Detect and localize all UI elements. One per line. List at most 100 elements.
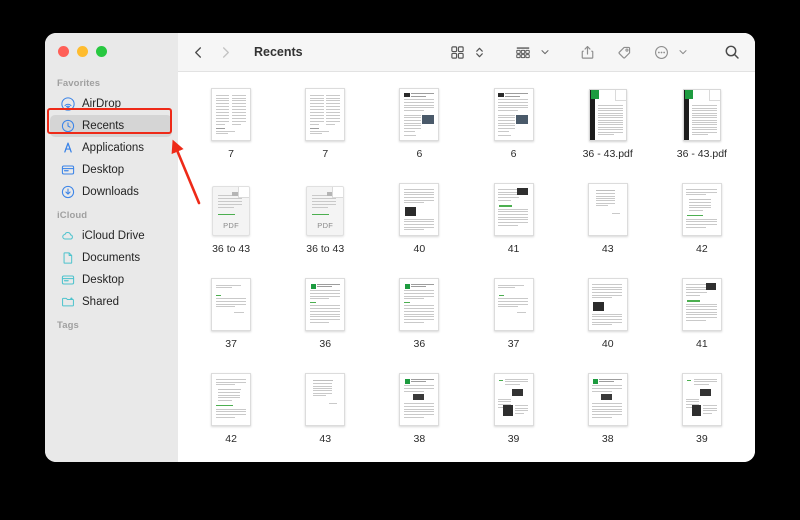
sidebar-item-shared[interactable]: Shared (50, 291, 172, 313)
sidebar-item-airdrop[interactable]: AirDrop (50, 93, 172, 115)
sidebar: Favorites AirDrop Recents Applications D… (45, 33, 178, 462)
file-item[interactable]: 37 (184, 271, 278, 366)
document-thumbnail (681, 183, 722, 236)
file-name-label: 36 (319, 338, 332, 350)
sidebar-item-label: Recents (82, 120, 125, 132)
close-button[interactable] (58, 46, 69, 57)
sidebar-item-label: Documents (82, 252, 141, 264)
file-item[interactable]: 38 (372, 366, 466, 461)
document-thumbnail (399, 278, 440, 331)
sidebar-section-favorites: Favorites (57, 78, 101, 89)
sidebar-list: Favorites AirDrop Recents Applications D… (45, 71, 178, 462)
sidebar-item-label: Downloads (82, 186, 139, 198)
document-thumbnail (587, 373, 628, 426)
file-item[interactable]: 40 (561, 271, 655, 366)
file-item[interactable]: 42 (655, 176, 749, 271)
sidebar-item-icloud-desktop[interactable]: Desktop (50, 269, 172, 291)
sidebar-item-label: AirDrop (82, 98, 121, 110)
tag-icon[interactable] (614, 42, 635, 63)
clock-icon (61, 119, 75, 133)
file-name-label: 38 (601, 433, 614, 445)
file-item[interactable]: PDF 36 to 43 (184, 176, 278, 271)
file-item[interactable]: 43 (561, 176, 655, 271)
finder-window: Favorites AirDrop Recents Applications D… (45, 33, 755, 462)
screen: Favorites AirDrop Recents Applications D… (0, 0, 800, 520)
file-item[interactable]: 36 - 43.pdf (561, 81, 655, 176)
file-name-label: 37 (225, 338, 237, 350)
file-item[interactable]: 43 (278, 366, 372, 461)
file-name-label: 41 (507, 243, 520, 255)
document-thumbnail (681, 278, 722, 331)
file-name-label: 43 (601, 243, 614, 255)
file-name-label: 39 (507, 433, 520, 445)
file-name-label: 7 (322, 148, 329, 160)
file-item[interactable]: 42 (184, 366, 278, 461)
search-icon[interactable] (721, 41, 743, 63)
sidebar-item-recents[interactable]: Recents (50, 115, 172, 137)
sidebar-item-label: Applications (82, 142, 145, 154)
file-item[interactable]: 37 (466, 271, 560, 366)
maximize-button[interactable] (96, 46, 107, 57)
file-item[interactable]: 6 (466, 81, 560, 176)
minimize-button[interactable] (77, 46, 88, 57)
document-thumbnail (587, 183, 628, 236)
file-item[interactable]: 41 (655, 271, 749, 366)
document-thumbnail (681, 373, 722, 426)
file-name-label: 36 to 43 (306, 243, 345, 255)
sidebar-item-desktop[interactable]: Desktop (50, 159, 172, 181)
file-name-label: 36 to 43 (212, 243, 251, 255)
pdf-format-label: PDF (317, 221, 334, 230)
sidebar-item-documents[interactable]: Documents (50, 247, 172, 269)
file-name-label: 36 - 43.pdf (676, 148, 727, 160)
document-thumbnail (211, 88, 252, 141)
cloud-icon (61, 229, 75, 243)
toolbar-buttons (447, 41, 743, 63)
document-thumbnail (587, 278, 628, 331)
chevron-down-icon[interactable] (537, 44, 553, 60)
sidebar-item-applications[interactable]: Applications (50, 137, 172, 159)
file-item[interactable]: 7 (184, 81, 278, 176)
shared-folder-icon (61, 295, 75, 309)
forward-button[interactable] (219, 46, 232, 59)
sidebar-section-icloud: iCloud (57, 210, 88, 221)
group-by-icon[interactable] (512, 42, 534, 63)
file-name-label: 42 (225, 433, 237, 445)
file-item[interactable]: 39 (466, 366, 560, 461)
file-name-label: 38 (413, 433, 426, 445)
file-item[interactable]: 36 (278, 271, 372, 366)
sidebar-section-tags: Tags (57, 320, 79, 331)
navigation-arrows (192, 46, 232, 59)
file-name-label: 40 (601, 338, 614, 350)
file-item[interactable]: 36 - 43.pdf (655, 81, 749, 176)
file-name-label: 36 - 43.pdf (582, 148, 633, 160)
file-item[interactable]: 38 (561, 366, 655, 461)
chevron-up-down-icon[interactable] (471, 42, 488, 63)
ellipsis-circle-icon[interactable] (651, 42, 672, 63)
file-name-label: 41 (696, 338, 708, 350)
window-controls (58, 46, 107, 57)
file-item[interactable]: 39 (655, 366, 749, 461)
pdf-thumbnail (682, 89, 721, 141)
file-item[interactable]: 7 (278, 81, 372, 176)
airdrop-icon (61, 97, 75, 111)
sidebar-item-icloud-drive[interactable]: iCloud Drive (50, 225, 172, 247)
grid-view-icon[interactable] (447, 42, 468, 63)
share-icon[interactable] (577, 42, 598, 63)
file-name-label: 6 (510, 148, 517, 160)
applications-icon (61, 141, 75, 155)
downloads-icon (61, 185, 75, 199)
document-thumbnail (305, 88, 346, 141)
sidebar-item-downloads[interactable]: Downloads (50, 181, 172, 203)
file-item[interactable]: 36 (372, 271, 466, 366)
back-button[interactable] (192, 46, 205, 59)
document-thumbnail (399, 373, 440, 426)
sidebar-item-label: Shared (82, 296, 120, 308)
file-item[interactable]: 6 (372, 81, 466, 176)
sidebar-item-label: iCloud Drive (82, 230, 145, 242)
file-item[interactable]: 40 (372, 176, 466, 271)
file-item[interactable]: PDF 36 to 43 (278, 176, 372, 271)
chevron-down-icon[interactable] (675, 44, 691, 60)
desktop-icon (61, 273, 75, 287)
toolbar: Recents (178, 33, 755, 72)
file-item[interactable]: 41 (466, 176, 560, 271)
